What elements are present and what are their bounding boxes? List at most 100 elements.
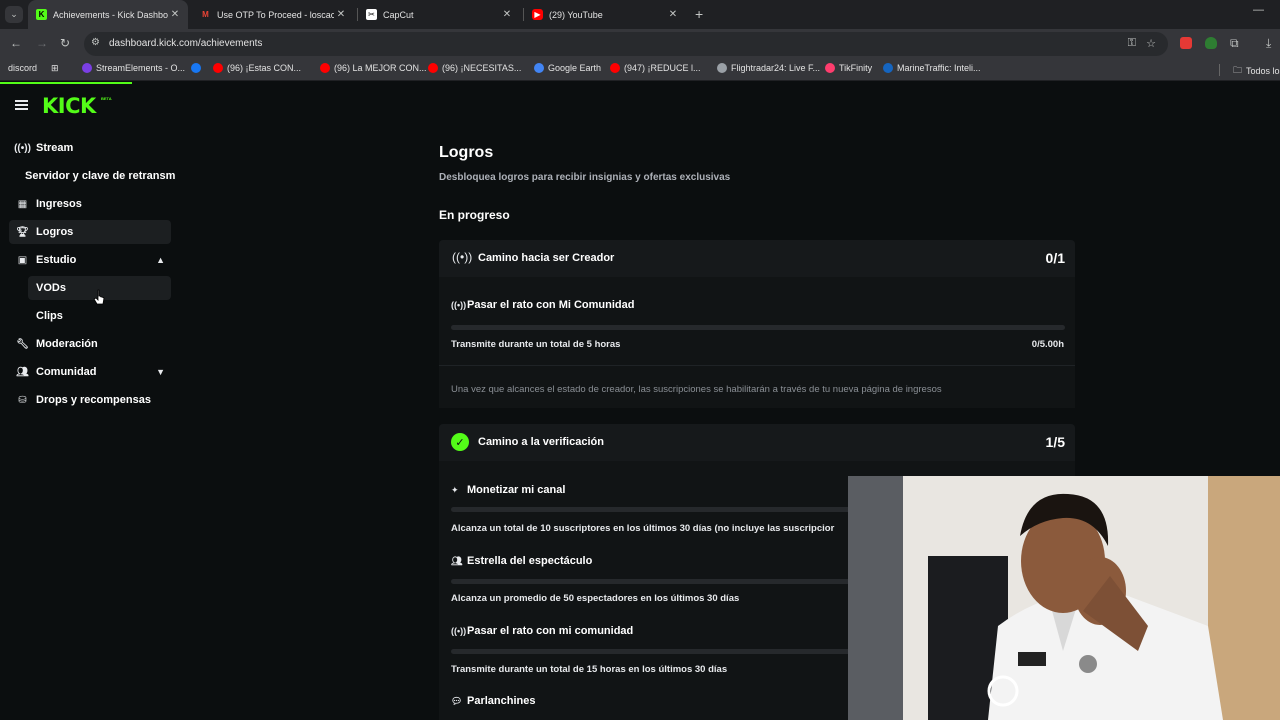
bookmark-item[interactable] xyxy=(191,63,205,73)
password-key-icon[interactable]: ⚿ xyxy=(1128,37,1136,50)
tab-otp[interactable]: M Use OTP To Proceed - loscacho ✕ xyxy=(192,0,354,29)
globe-icon xyxy=(717,63,727,73)
bookmark-item[interactable]: (96) ¡Estas CON... xyxy=(213,63,301,73)
apps-grid-icon[interactable]: ⊞ xyxy=(51,63,59,74)
page-title: Logros xyxy=(439,144,494,161)
streamelements-icon xyxy=(82,63,92,73)
marinetraffic-icon xyxy=(883,63,893,73)
kick-logo[interactable]: KICK xyxy=(42,94,96,118)
all-bookmarks-folder[interactable]: 🗀Todos los xyxy=(1233,63,1280,79)
sidebar-item-server-key[interactable]: Servidor y clave de retransm xyxy=(25,170,175,182)
mouse-cursor-icon xyxy=(93,289,105,305)
webcam-feed-image xyxy=(848,476,1280,720)
chevron-down-icon[interactable]: ▼ xyxy=(156,367,165,377)
reload-icon[interactable]: ↻ xyxy=(60,36,70,50)
close-icon[interactable]: ✕ xyxy=(500,9,514,20)
sidebar-item-stream[interactable]: ((•)) Stream xyxy=(9,136,171,160)
kick-dashboard: KICK BETA ((•)) Stream Servidor y clave … xyxy=(0,84,1280,720)
minimize-icon[interactable]: — xyxy=(1253,4,1264,16)
download-icon[interactable]: ⤓ xyxy=(1266,36,1271,51)
bookmark-item[interactable]: Flightradar24: Live F... xyxy=(717,63,820,73)
wrench-icon: 🔧︎ xyxy=(16,338,29,350)
achievement-count: 1/5 xyxy=(1045,434,1065,450)
tab-youtube[interactable]: ▶ (29) YouTube ✕ xyxy=(524,0,686,29)
forward-icon[interactable]: → xyxy=(36,36,48,50)
sidebar-item-moderacion[interactable]: 🔧︎ Moderación xyxy=(9,332,171,356)
webcam-overlay xyxy=(848,476,1280,720)
menu-icon[interactable] xyxy=(15,100,28,110)
site-settings-icon[interactable]: ⚙ xyxy=(91,37,100,48)
back-icon[interactable]: ← xyxy=(10,36,22,50)
achievement-card-header[interactable]: ✓ Camino a la verificación 1/5 xyxy=(439,424,1075,461)
achievement-card-body: ((•)) Pasar el rato con Mi Comunidad Tra… xyxy=(439,277,1075,408)
broadcast-icon: ((•)) xyxy=(451,626,467,636)
task-title: ✦ Monetizar mi canal xyxy=(451,484,566,496)
youtube-icon xyxy=(428,63,438,73)
bookmark-item[interactable]: (96) ¡NECESITAS... xyxy=(428,63,521,73)
folder-icon: 🗀 xyxy=(1233,65,1243,75)
facebook-icon xyxy=(191,63,201,73)
sidebar-item-drops[interactable]: ⛁ Drops y recompensas xyxy=(9,388,171,412)
task-title: ((•)) Pasar el rato con Mi Comunidad xyxy=(451,299,635,311)
bookmark-item[interactable]: MarineTraffic: Inteli... xyxy=(883,63,981,73)
close-icon[interactable]: ✕ xyxy=(666,9,680,20)
task-title: 💬︎ Parlanchines xyxy=(451,695,536,707)
tab-capcut[interactable]: ✂ CapCut ✕ xyxy=(358,0,520,29)
new-tab-icon[interactable]: + xyxy=(695,6,703,22)
task-title: 👥︎ Estrella del espectáculo xyxy=(451,555,593,567)
trophy-icon: 🏆︎ xyxy=(16,226,29,238)
people-icon: 👥︎ xyxy=(451,555,463,566)
progress-bar xyxy=(451,325,1065,330)
browser-toolbar: ← → ↻ ⚙ dashboard.kick.com/achievements … xyxy=(0,29,1280,59)
task-description: Alcanza un promedio de 50 espectadores e… xyxy=(451,593,740,604)
sidebar-item-logros[interactable]: 🏆︎ Logros xyxy=(9,220,171,244)
verified-check-icon: ✓ xyxy=(451,433,469,451)
bookmark-star-icon[interactable]: ☆ xyxy=(1146,37,1156,50)
close-icon[interactable]: ✕ xyxy=(334,9,348,20)
divider xyxy=(439,365,1075,366)
sidebar-item-comunidad[interactable]: 👥︎ Comunidad ▼ xyxy=(9,360,171,384)
task-description: Transmite durante un total de 15 horas e… xyxy=(451,664,728,675)
browser-tab-strip: ⌄ K Achievements - Kick Dashboard ✕ M Us… xyxy=(0,0,1280,29)
bookmark-item[interactable]: discord xyxy=(8,63,37,73)
broadcast-icon: ((•)) xyxy=(452,250,473,264)
youtube-icon: ▶ xyxy=(532,9,543,20)
tab-achievements[interactable]: K Achievements - Kick Dashboard ✕ xyxy=(28,0,188,29)
puzzle-icon[interactable]: ⧉ xyxy=(1230,36,1239,51)
bookmark-item[interactable]: (947) ¡REDUCE l... xyxy=(610,63,701,73)
bookmark-item[interactable]: StreamElements - O... xyxy=(82,63,185,73)
tab-search-icon[interactable]: ⌄ xyxy=(5,6,23,23)
people-icon: 👥︎ xyxy=(16,366,29,378)
achievement-card-header[interactable]: ((•)) Camino hacia ser Creador 0/1 xyxy=(439,240,1075,277)
achievement-count: 0/1 xyxy=(1045,250,1065,266)
broadcast-icon: ((•)) xyxy=(451,300,467,310)
youtube-icon xyxy=(213,63,223,73)
sidebar-item-clips[interactable]: Clips xyxy=(28,304,171,328)
gmail-icon: M xyxy=(202,10,209,19)
close-icon[interactable]: ✕ xyxy=(168,9,182,20)
chart-icon: ▦ xyxy=(17,198,28,210)
bookmark-item[interactable]: TikFinity xyxy=(825,63,872,73)
page-subtitle: Desbloquea logros para recibir insignias… xyxy=(439,172,731,183)
chevron-up-icon[interactable]: ▲ xyxy=(156,255,165,265)
beta-badge: BETA xyxy=(101,96,112,101)
google-earth-icon xyxy=(534,63,544,73)
youtube-icon xyxy=(320,63,330,73)
task-title: ((•)) Pasar el rato con mi comunidad xyxy=(451,625,634,637)
capcut-icon: ✂ xyxy=(366,9,377,20)
chat-icon: 💬︎ xyxy=(451,695,463,706)
extension-icon[interactable] xyxy=(1180,37,1192,49)
section-heading-in-progress: En progreso xyxy=(439,208,510,222)
task-description: Transmite durante un total de 5 horas xyxy=(451,339,621,350)
card-note: Una vez que alcances el estado de creado… xyxy=(451,384,942,395)
tikfinity-icon xyxy=(825,63,835,73)
bookmark-item[interactable]: (96) La MEJOR CON... xyxy=(320,63,427,73)
broadcast-icon: ((•)) xyxy=(14,142,31,154)
sidebar-item-ingresos[interactable]: ▦ Ingresos xyxy=(9,192,171,216)
kick-icon: K xyxy=(36,9,47,20)
youtube-icon xyxy=(610,63,620,73)
bookmark-item[interactable]: Google Earth xyxy=(534,63,601,73)
sidebar-item-estudio[interactable]: ▣ Estudio ▲ xyxy=(9,248,171,272)
shield-icon[interactable] xyxy=(1205,37,1217,49)
address-bar[interactable]: ⚙ dashboard.kick.com/achievements ⚿ ☆ xyxy=(84,32,1168,56)
